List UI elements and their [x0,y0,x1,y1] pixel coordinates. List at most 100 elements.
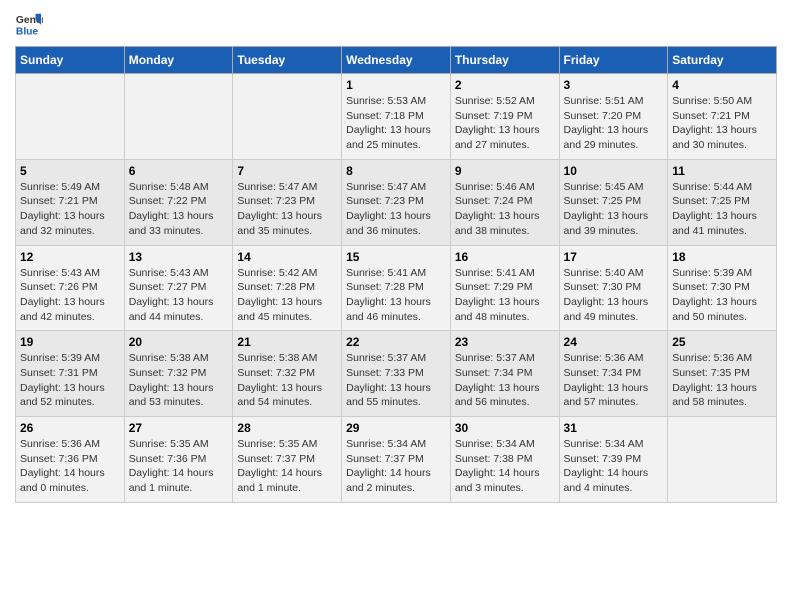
calendar-cell: 31Sunrise: 5:34 AM Sunset: 7:39 PM Dayli… [559,417,668,503]
calendar-cell [668,417,777,503]
calendar-cell: 29Sunrise: 5:34 AM Sunset: 7:37 PM Dayli… [342,417,451,503]
day-info: Sunrise: 5:40 AM Sunset: 7:30 PM Dayligh… [564,266,664,325]
day-info: Sunrise: 5:49 AM Sunset: 7:21 PM Dayligh… [20,180,120,239]
day-number: 22 [346,335,446,349]
day-number: 11 [672,164,772,178]
calendar-cell: 26 Sunrise: 5:36 AM Sunset: 7:36 PM Dayli… [16,417,125,503]
day-number: 26 [20,421,120,435]
day-info: Sunrise: 5:44 AM Sunset: 7:25 PM Dayligh… [672,180,772,239]
calendar-table: SundayMondayTuesdayWednesdayThursdayFrid… [15,46,777,503]
svg-text:Blue: Blue [16,26,39,37]
day-number: 2 [455,78,555,92]
day-number: 19 [20,335,120,349]
day-number: 29 [346,421,446,435]
col-header-sunday: Sunday [16,47,125,74]
day-number: 21 [237,335,337,349]
day-info: Sunrise: 5:43 AM Sunset: 7:26 PM Dayligh… [20,266,120,325]
day-number: 8 [346,164,446,178]
day-info: Sunrise: 5:46 AM Sunset: 7:24 PM Dayligh… [455,180,555,239]
calendar-cell [233,74,342,160]
day-number: 20 [129,335,229,349]
day-number: 17 [564,250,664,264]
calendar-cell: 15 Sunrise: 5:41 AM Sunset: 7:28 PM Dayli… [342,245,451,331]
day-info: Sunrise: 5:37 AM Sunset: 7:33 PM Dayligh… [346,351,446,410]
day-info: Sunrise: 5:41 AM Sunset: 7:29 PM Dayligh… [455,266,555,325]
calendar-cell: 1Sunrise: 5:53 AM Sunset: 7:18 PM Daylig… [342,74,451,160]
calendar-week-5: 26 Sunrise: 5:36 AM Sunset: 7:36 PM Dayli… [16,417,777,503]
calendar-cell: 10 Sunrise: 5:45 AM Sunset: 7:25 PM Dayli… [559,159,668,245]
day-info: Sunrise: 5:39 AM Sunset: 7:31 PM Dayligh… [20,351,120,410]
day-number: 7 [237,164,337,178]
day-info: Sunrise: 5:43 AM Sunset: 7:27 PM Dayligh… [129,266,229,325]
page-header: General Blue [15,10,777,38]
day-info: Sunrise: 5:36 AM Sunset: 7:35 PM Dayligh… [672,351,772,410]
day-number: 30 [455,421,555,435]
day-number: 6 [129,164,229,178]
day-info: Sunrise: 5:52 AM Sunset: 7:19 PM Dayligh… [455,94,555,153]
calendar-cell [124,74,233,160]
calendar-cell: 20 Sunrise: 5:38 AM Sunset: 7:32 PM Dayli… [124,331,233,417]
logo: General Blue [15,10,43,38]
day-info: Sunrise: 5:47 AM Sunset: 7:23 PM Dayligh… [237,180,337,239]
col-header-tuesday: Tuesday [233,47,342,74]
calendar-cell: 6 Sunrise: 5:48 AM Sunset: 7:22 PM Daylig… [124,159,233,245]
day-info: Sunrise: 5:50 AM Sunset: 7:21 PM Dayligh… [672,94,772,153]
calendar-cell: 28Sunrise: 5:35 AM Sunset: 7:37 PM Dayli… [233,417,342,503]
day-info: Sunrise: 5:38 AM Sunset: 7:32 PM Dayligh… [129,351,229,410]
calendar-cell: 2 Sunrise: 5:52 AM Sunset: 7:19 PM Daylig… [450,74,559,160]
calendar-cell: 23 Sunrise: 5:37 AM Sunset: 7:34 PM Dayli… [450,331,559,417]
day-info: Sunrise: 5:39 AM Sunset: 7:30 PM Dayligh… [672,266,772,325]
calendar-cell: 18 Sunrise: 5:39 AM Sunset: 7:30 PM Dayli… [668,245,777,331]
calendar-cell: 3Sunrise: 5:51 AM Sunset: 7:20 PM Daylig… [559,74,668,160]
calendar-cell: 11 Sunrise: 5:44 AM Sunset: 7:25 PM Dayli… [668,159,777,245]
calendar-cell: 27 Sunrise: 5:35 AM Sunset: 7:36 PM Dayli… [124,417,233,503]
calendar-cell: 14Sunrise: 5:42 AM Sunset: 7:28 PM Dayli… [233,245,342,331]
day-info: Sunrise: 5:34 AM Sunset: 7:39 PM Dayligh… [564,437,664,496]
calendar-week-2: 5 Sunrise: 5:49 AM Sunset: 7:21 PM Daylig… [16,159,777,245]
col-header-saturday: Saturday [668,47,777,74]
calendar-week-1: 1Sunrise: 5:53 AM Sunset: 7:18 PM Daylig… [16,74,777,160]
day-number: 18 [672,250,772,264]
day-info: Sunrise: 5:35 AM Sunset: 7:36 PM Dayligh… [129,437,229,496]
calendar-cell: 5 Sunrise: 5:49 AM Sunset: 7:21 PM Daylig… [16,159,125,245]
calendar-cell: 22 Sunrise: 5:37 AM Sunset: 7:33 PM Dayli… [342,331,451,417]
calendar-cell: 24 Sunrise: 5:36 AM Sunset: 7:34 PM Dayli… [559,331,668,417]
day-number: 25 [672,335,772,349]
day-number: 16 [455,250,555,264]
day-number: 27 [129,421,229,435]
col-header-wednesday: Wednesday [342,47,451,74]
day-info: Sunrise: 5:38 AM Sunset: 7:32 PM Dayligh… [237,351,337,410]
logo-icon: General Blue [15,10,43,38]
day-info: Sunrise: 5:53 AM Sunset: 7:18 PM Dayligh… [346,94,446,153]
day-info: Sunrise: 5:45 AM Sunset: 7:25 PM Dayligh… [564,180,664,239]
calendar-cell: 7 Sunrise: 5:47 AM Sunset: 7:23 PM Daylig… [233,159,342,245]
calendar-week-4: 19 Sunrise: 5:39 AM Sunset: 7:31 PM Dayli… [16,331,777,417]
day-number: 12 [20,250,120,264]
day-info: Sunrise: 5:51 AM Sunset: 7:20 PM Dayligh… [564,94,664,153]
day-number: 15 [346,250,446,264]
header-row: SundayMondayTuesdayWednesdayThursdayFrid… [16,47,777,74]
day-number: 5 [20,164,120,178]
col-header-monday: Monday [124,47,233,74]
day-number: 24 [564,335,664,349]
day-info: Sunrise: 5:34 AM Sunset: 7:38 PM Dayligh… [455,437,555,496]
col-header-friday: Friday [559,47,668,74]
day-number: 10 [564,164,664,178]
calendar-cell: 4 Sunrise: 5:50 AM Sunset: 7:21 PM Daylig… [668,74,777,160]
day-info: Sunrise: 5:48 AM Sunset: 7:22 PM Dayligh… [129,180,229,239]
day-info: Sunrise: 5:47 AM Sunset: 7:23 PM Dayligh… [346,180,446,239]
day-info: Sunrise: 5:36 AM Sunset: 7:36 PM Dayligh… [20,437,120,496]
day-info: Sunrise: 5:36 AM Sunset: 7:34 PM Dayligh… [564,351,664,410]
day-number: 13 [129,250,229,264]
day-info: Sunrise: 5:35 AM Sunset: 7:37 PM Dayligh… [237,437,337,496]
calendar-cell: 9Sunrise: 5:46 AM Sunset: 7:24 PM Daylig… [450,159,559,245]
calendar-cell: 21 Sunrise: 5:38 AM Sunset: 7:32 PM Dayli… [233,331,342,417]
day-number: 23 [455,335,555,349]
day-info: Sunrise: 5:41 AM Sunset: 7:28 PM Dayligh… [346,266,446,325]
day-info: Sunrise: 5:37 AM Sunset: 7:34 PM Dayligh… [455,351,555,410]
calendar-cell: 19 Sunrise: 5:39 AM Sunset: 7:31 PM Dayli… [16,331,125,417]
col-header-thursday: Thursday [450,47,559,74]
calendar-cell: 30 Sunrise: 5:34 AM Sunset: 7:38 PM Dayli… [450,417,559,503]
day-number: 4 [672,78,772,92]
calendar-cell: 16 Sunrise: 5:41 AM Sunset: 7:29 PM Dayli… [450,245,559,331]
